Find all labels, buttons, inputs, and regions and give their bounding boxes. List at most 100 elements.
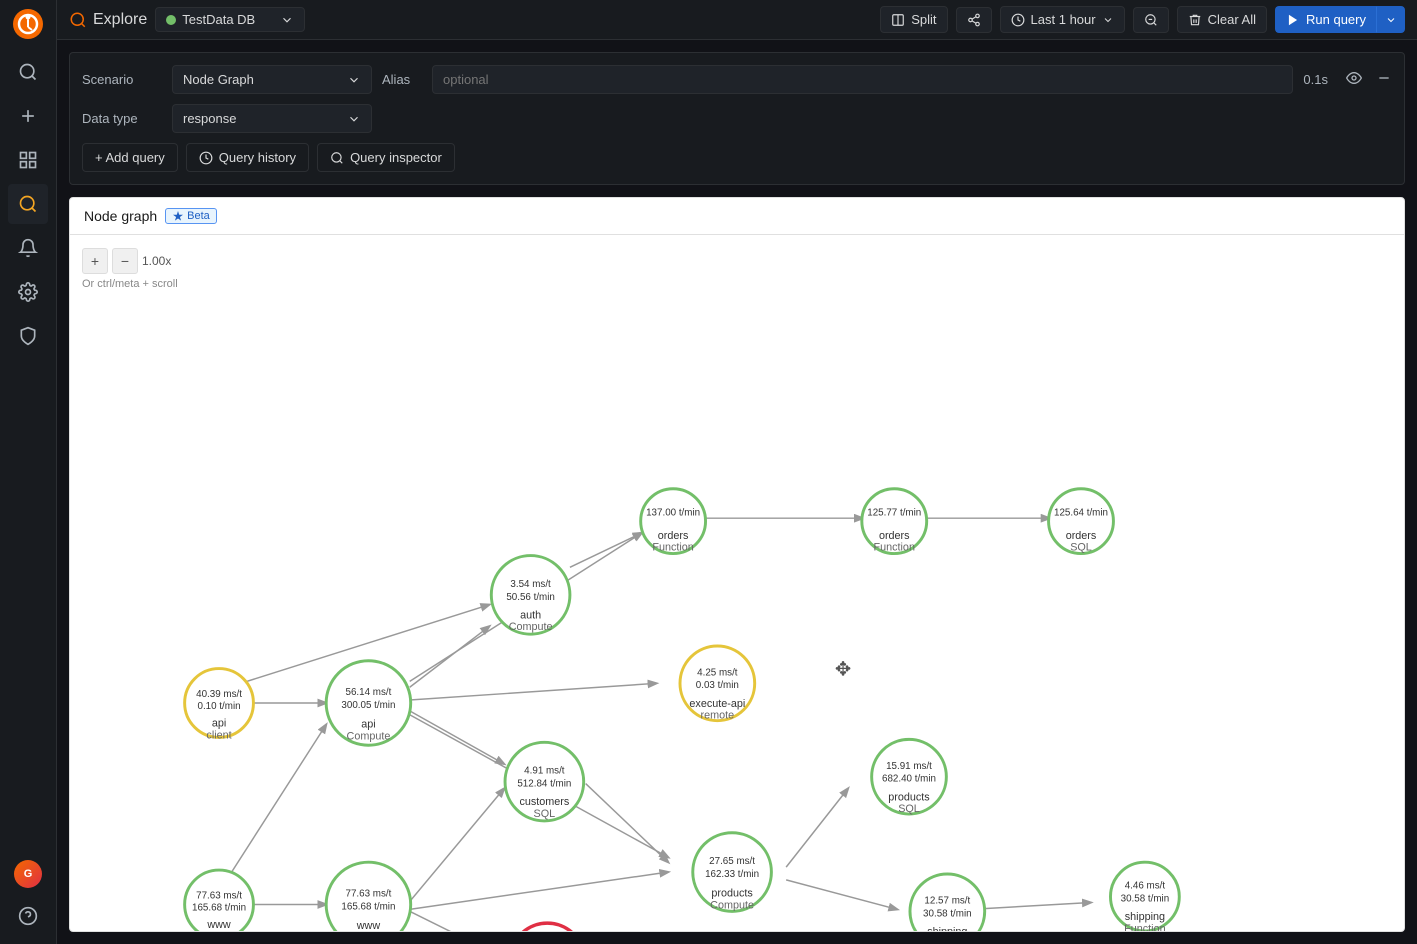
svg-text:77.63 ms/t: 77.63 ms/t bbox=[196, 891, 242, 902]
query-editor-panel: Scenario Node Graph Alias 0.1s Data type bbox=[69, 52, 1405, 185]
scenario-selector[interactable]: Node Graph bbox=[172, 65, 372, 94]
query-inspector-button[interactable]: Query inspector bbox=[317, 143, 455, 172]
svg-text:27.65 ms/t: 27.65 ms/t bbox=[709, 856, 755, 867]
sidebar-item-alerting[interactable] bbox=[8, 228, 48, 268]
topbar: Explore TestData DB Split Last 1 hour Cl… bbox=[57, 0, 1417, 40]
datasource-selector[interactable]: TestData DB bbox=[155, 7, 305, 32]
svg-text:0.10 t/min: 0.10 t/min bbox=[197, 701, 240, 712]
zoom-out-graph-button[interactable]: − bbox=[112, 248, 138, 274]
content-area: Scenario Node Graph Alias 0.1s Data type bbox=[57, 40, 1417, 944]
svg-text:Compute: Compute bbox=[710, 899, 754, 911]
svg-text:30.58 t/min: 30.58 t/min bbox=[923, 908, 972, 919]
svg-text:✥: ✥ bbox=[835, 658, 851, 680]
svg-text:0.03 t/min: 0.03 t/min bbox=[696, 680, 739, 691]
svg-text:remote: remote bbox=[701, 710, 735, 722]
sidebar-item-add[interactable] bbox=[8, 96, 48, 136]
page-title: Explore bbox=[69, 11, 147, 29]
svg-text:Function: Function bbox=[874, 542, 915, 554]
graph-panel-title: Node graph bbox=[84, 208, 157, 224]
time-range-button[interactable]: Last 1 hour bbox=[1000, 6, 1125, 33]
svg-text:4.46 ms/t: 4.46 ms/t bbox=[1125, 881, 1166, 892]
svg-text:682.40 t/min: 682.40 t/min bbox=[882, 774, 936, 785]
svg-text:4.25 ms/t: 4.25 ms/t bbox=[697, 667, 738, 678]
svg-text:www: www bbox=[356, 920, 381, 931]
graph-panel-header: Node graph Beta bbox=[70, 198, 1404, 235]
svg-text:execute-api: execute-api bbox=[689, 698, 745, 710]
zoom-controls: + − 1.00x bbox=[82, 248, 178, 274]
split-button[interactable]: Split bbox=[880, 6, 947, 33]
svg-text:orders: orders bbox=[658, 530, 689, 542]
svg-text:client: client bbox=[206, 729, 231, 741]
alias-label: Alias bbox=[382, 72, 422, 87]
svg-text:api: api bbox=[212, 718, 226, 730]
svg-text:customers: customers bbox=[519, 796, 569, 808]
grafana-logo[interactable] bbox=[12, 8, 44, 40]
data-type-selector[interactable]: response bbox=[172, 104, 372, 133]
minus-icon[interactable] bbox=[1376, 70, 1392, 89]
sidebar-item-help[interactable] bbox=[8, 896, 48, 936]
svg-text:orders: orders bbox=[1066, 530, 1097, 542]
zoom-in-button[interactable]: + bbox=[82, 248, 108, 274]
svg-text:137.00 t/min: 137.00 t/min bbox=[646, 507, 700, 518]
svg-text:165.68 t/min: 165.68 t/min bbox=[192, 902, 246, 913]
datasource-status-dot bbox=[166, 15, 176, 25]
svg-text:4.91 ms/t: 4.91 ms/t bbox=[524, 766, 565, 777]
data-type-label: Data type bbox=[82, 111, 162, 126]
svg-text:125.77 t/min: 125.77 t/min bbox=[867, 507, 921, 518]
svg-text:Function: Function bbox=[1124, 923, 1165, 931]
eye-icon[interactable] bbox=[1346, 70, 1362, 89]
svg-text:www: www bbox=[206, 919, 231, 931]
svg-text:165.68 t/min: 165.68 t/min bbox=[341, 901, 395, 912]
svg-text:300.05 t/min: 300.05 t/min bbox=[341, 700, 395, 711]
run-query-dropdown-button[interactable] bbox=[1377, 6, 1405, 33]
zoom-out-button[interactable] bbox=[1133, 7, 1169, 33]
svg-text:shipping: shipping bbox=[1125, 911, 1165, 923]
svg-text:3.54 ms/t: 3.54 ms/t bbox=[510, 579, 551, 590]
avatar[interactable]: G bbox=[14, 860, 42, 888]
svg-text:shipping: shipping bbox=[927, 926, 967, 931]
graph-canvas: 40.39 ms/t 0.10 t/min api client 77.63 m… bbox=[70, 243, 1404, 931]
query-actions: + Add query Query history Query inspecto… bbox=[82, 143, 1392, 172]
svg-text:162.33 t/min: 162.33 t/min bbox=[705, 869, 759, 880]
svg-text:orders: orders bbox=[879, 530, 910, 542]
sidebar-item-dashboards[interactable] bbox=[8, 140, 48, 180]
svg-text:products: products bbox=[711, 888, 753, 900]
add-query-button[interactable]: + Add query bbox=[82, 143, 178, 172]
main-content: Explore TestData DB Split Last 1 hour Cl… bbox=[57, 0, 1417, 944]
svg-text:auth: auth bbox=[520, 609, 541, 621]
run-query-group: Run query bbox=[1275, 6, 1405, 33]
scenario-row: Scenario Node Graph Alias 0.1s bbox=[82, 65, 1392, 94]
svg-text:125.64 t/min: 125.64 t/min bbox=[1054, 507, 1108, 518]
alias-input[interactable] bbox=[432, 65, 1293, 94]
svg-text:15.91 ms/t: 15.91 ms/t bbox=[886, 761, 932, 772]
clear-all-button[interactable]: Clear All bbox=[1177, 6, 1267, 33]
svg-text:56.14 ms/t: 56.14 ms/t bbox=[346, 687, 392, 698]
svg-text:30.58 t/min: 30.58 t/min bbox=[1121, 894, 1170, 905]
svg-text:api: api bbox=[361, 719, 375, 731]
svg-text:512.84 t/min: 512.84 t/min bbox=[517, 779, 571, 790]
data-type-row: Data type response bbox=[82, 104, 1392, 133]
graph-controls: + − 1.00x Or ctrl/meta + scroll bbox=[82, 248, 178, 290]
sidebar-item-explore[interactable] bbox=[8, 184, 48, 224]
run-query-button[interactable]: Run query bbox=[1275, 6, 1377, 33]
svg-text:77.63 ms/t: 77.63 ms/t bbox=[346, 889, 392, 900]
svg-text:50.56 t/min: 50.56 t/min bbox=[506, 592, 555, 603]
ctrl-hint: Or ctrl/meta + scroll bbox=[82, 278, 178, 290]
svg-text:SQL: SQL bbox=[898, 803, 920, 815]
scenario-label: Scenario bbox=[82, 72, 162, 87]
svg-text:Compute: Compute bbox=[347, 730, 391, 742]
query-history-button[interactable]: Query history bbox=[186, 143, 309, 172]
query-time: 0.1s bbox=[1303, 72, 1328, 87]
sidebar-item-settings[interactable] bbox=[8, 272, 48, 312]
share-button[interactable] bbox=[956, 7, 992, 33]
sidebar-item-search[interactable] bbox=[8, 52, 48, 92]
svg-text:40.39 ms/t: 40.39 ms/t bbox=[196, 689, 242, 700]
beta-badge: Beta bbox=[165, 208, 217, 224]
svg-text:12.57 ms/t: 12.57 ms/t bbox=[924, 895, 970, 906]
sidebar-item-shield[interactable] bbox=[8, 316, 48, 356]
svg-text:Function: Function bbox=[652, 542, 693, 554]
svg-text:Compute: Compute bbox=[509, 621, 553, 633]
svg-text:products: products bbox=[888, 791, 930, 803]
svg-text:SQL: SQL bbox=[1070, 542, 1092, 554]
svg-text:SQL: SQL bbox=[534, 808, 556, 820]
